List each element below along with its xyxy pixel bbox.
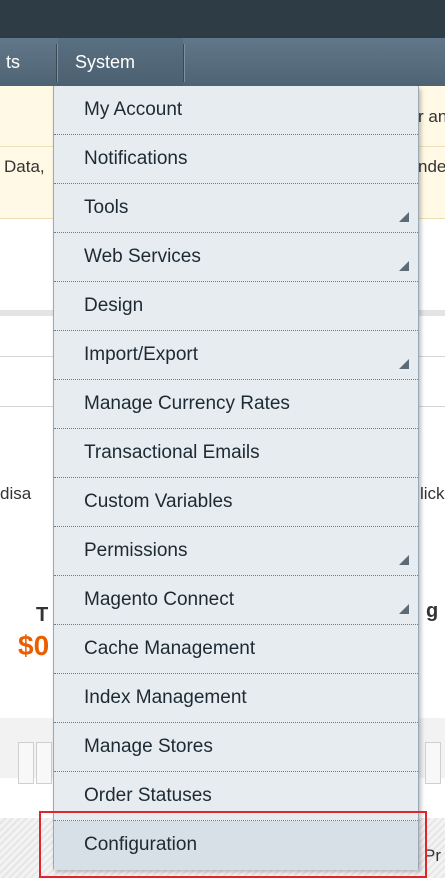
submenu-arrow-icon	[399, 212, 409, 222]
nav-separator	[183, 44, 184, 82]
menu-item-label: Permissions	[84, 540, 188, 561]
submenu-arrow-icon	[399, 555, 409, 565]
menu-item-permissions[interactable]: Permissions	[54, 527, 418, 576]
menu-item-import-export[interactable]: Import/Export	[54, 331, 418, 380]
configuration-highlight-box	[39, 811, 427, 878]
submenu-arrow-icon	[399, 359, 409, 369]
menu-item-label: Notifications	[84, 148, 188, 169]
menu-item-magento-connect[interactable]: Magento Connect	[54, 576, 418, 625]
menu-item-label: Index Management	[84, 687, 247, 708]
menu-item-label: Manage Currency Rates	[84, 393, 290, 414]
nav-item-partial[interactable]: ts	[6, 38, 20, 86]
menu-item-cache-management[interactable]: Cache Management	[54, 625, 418, 674]
nav-item-system[interactable]: System	[58, 38, 183, 86]
tab-stub[interactable]	[18, 742, 34, 784]
menu-item-label: Design	[84, 295, 144, 316]
message-text-fragment: disa	[0, 484, 32, 503]
menu-item-label: Custom Variables	[84, 491, 233, 512]
stat-label-fragment: T	[36, 604, 49, 626]
menu-item-web-services[interactable]: Web Services	[54, 233, 418, 282]
top-header-bar	[0, 0, 445, 38]
nav-separator	[56, 44, 57, 82]
menu-item-notifications[interactable]: Notifications	[54, 135, 418, 184]
tab-stub[interactable]	[36, 742, 52, 784]
menu-item-label: Transactional Emails	[84, 442, 260, 463]
menu-item-label: Manage Stores	[84, 736, 213, 757]
menu-item-label: Order Statuses	[84, 785, 212, 806]
stat-label-fragment: g	[426, 600, 439, 622]
menu-item-manage-currency-rates[interactable]: Manage Currency Rates	[54, 380, 418, 429]
menu-item-custom-variables[interactable]: Custom Variables	[54, 478, 418, 527]
message-text-fragment: lick	[420, 484, 445, 503]
menu-item-index-management[interactable]: Index Management	[54, 674, 418, 723]
menu-item-label: Web Services	[84, 246, 201, 267]
menu-item-label: Magento Connect	[84, 589, 234, 610]
menu-item-label: My Account	[84, 99, 183, 120]
menu-item-transactional-emails[interactable]: Transactional Emails	[54, 429, 418, 478]
tab-stub[interactable]	[425, 742, 441, 784]
system-dropdown-menu: My Account Notifications Tools Web Services…	[53, 86, 419, 870]
notice-text-fragment: r an	[418, 107, 445, 126]
menu-item-design[interactable]: Design	[54, 282, 418, 331]
menu-item-label: Cache Management	[84, 638, 256, 659]
menu-item-tools[interactable]: Tools	[54, 184, 418, 233]
submenu-arrow-icon	[399, 261, 409, 271]
notice-text-fragment: nde	[418, 157, 445, 176]
notice-text-fragment: Data,	[4, 157, 45, 176]
submenu-arrow-icon	[399, 604, 409, 614]
menu-item-label: Import/Export	[84, 344, 199, 365]
menu-item-my-account[interactable]: My Account	[54, 86, 418, 135]
menu-item-label: Tools	[84, 197, 129, 218]
stat-value-fragment: $0	[18, 630, 50, 661]
menu-item-manage-stores[interactable]: Manage Stores	[54, 723, 418, 772]
